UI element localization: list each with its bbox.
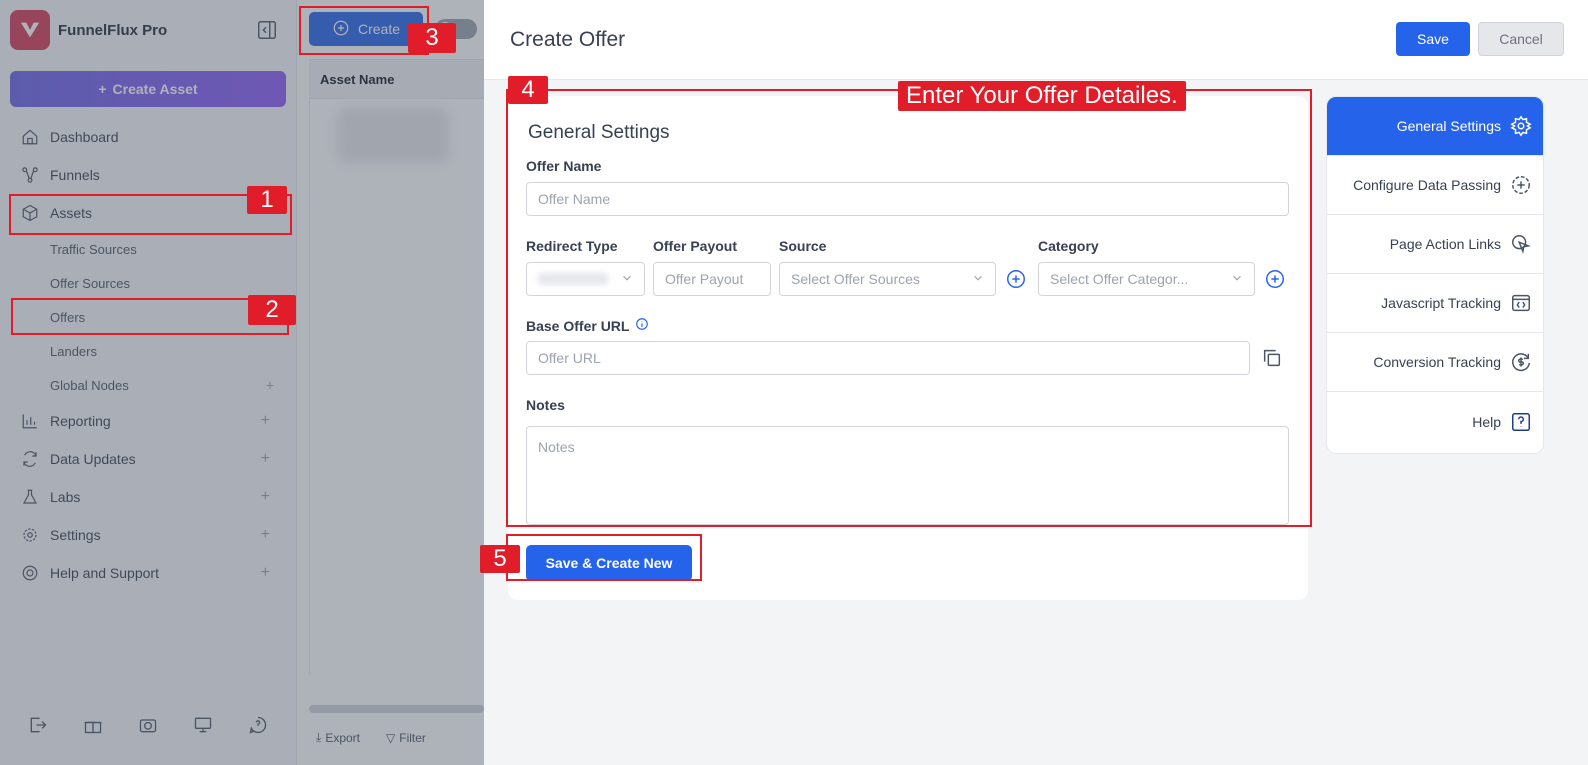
code-icon (1509, 291, 1533, 315)
side-menu-configure-data-passing[interactable]: Configure Data Passing (1327, 156, 1543, 215)
gear-icon (1509, 114, 1533, 138)
dollar-refresh-icon (1509, 350, 1533, 374)
question-icon (1509, 410, 1533, 434)
annotation-number-1: 1 (247, 186, 287, 214)
side-menu-label: Conversion Tracking (1373, 354, 1501, 370)
page-title: Create Offer (510, 28, 626, 51)
side-menu-label: Configure Data Passing (1353, 177, 1501, 193)
annotation-number-3: 3 (408, 23, 456, 53)
annotation-number-4: 4 (508, 76, 548, 104)
side-menu-help[interactable]: Help (1327, 392, 1543, 451)
side-menu-page-action-links[interactable]: Page Action Links (1327, 215, 1543, 274)
side-menu-general-settings[interactable]: General Settings (1327, 97, 1543, 156)
side-menu-label: Javascript Tracking (1381, 295, 1501, 311)
side-menu-label: Page Action Links (1389, 236, 1501, 252)
annotation-box-5 (506, 534, 702, 581)
side-menu-javascript-tracking[interactable]: Javascript Tracking (1327, 274, 1543, 333)
modal-backdrop[interactable] (0, 0, 484, 765)
cancel-button[interactable]: Cancel (1478, 22, 1564, 56)
annotation-box-4 (506, 89, 1312, 527)
side-menu-label: Help (1472, 413, 1501, 430)
side-menu-conversion-tracking[interactable]: Conversion Tracking (1327, 333, 1543, 392)
pointer-icon (1509, 232, 1533, 256)
dashed-plus-icon (1509, 173, 1533, 197)
settings-side-menu: General Settings Configure Data Passing … (1326, 96, 1544, 454)
annotation-caption: Enter Your Offer Detailes. (898, 81, 1186, 111)
save-button[interactable]: Save (1396, 22, 1470, 56)
annotation-number-2: 2 (248, 295, 296, 325)
panel-header: Create Offer Save Cancel (484, 0, 1588, 80)
annotation-number-5: 5 (480, 545, 520, 573)
side-menu-label: General Settings (1396, 118, 1501, 134)
